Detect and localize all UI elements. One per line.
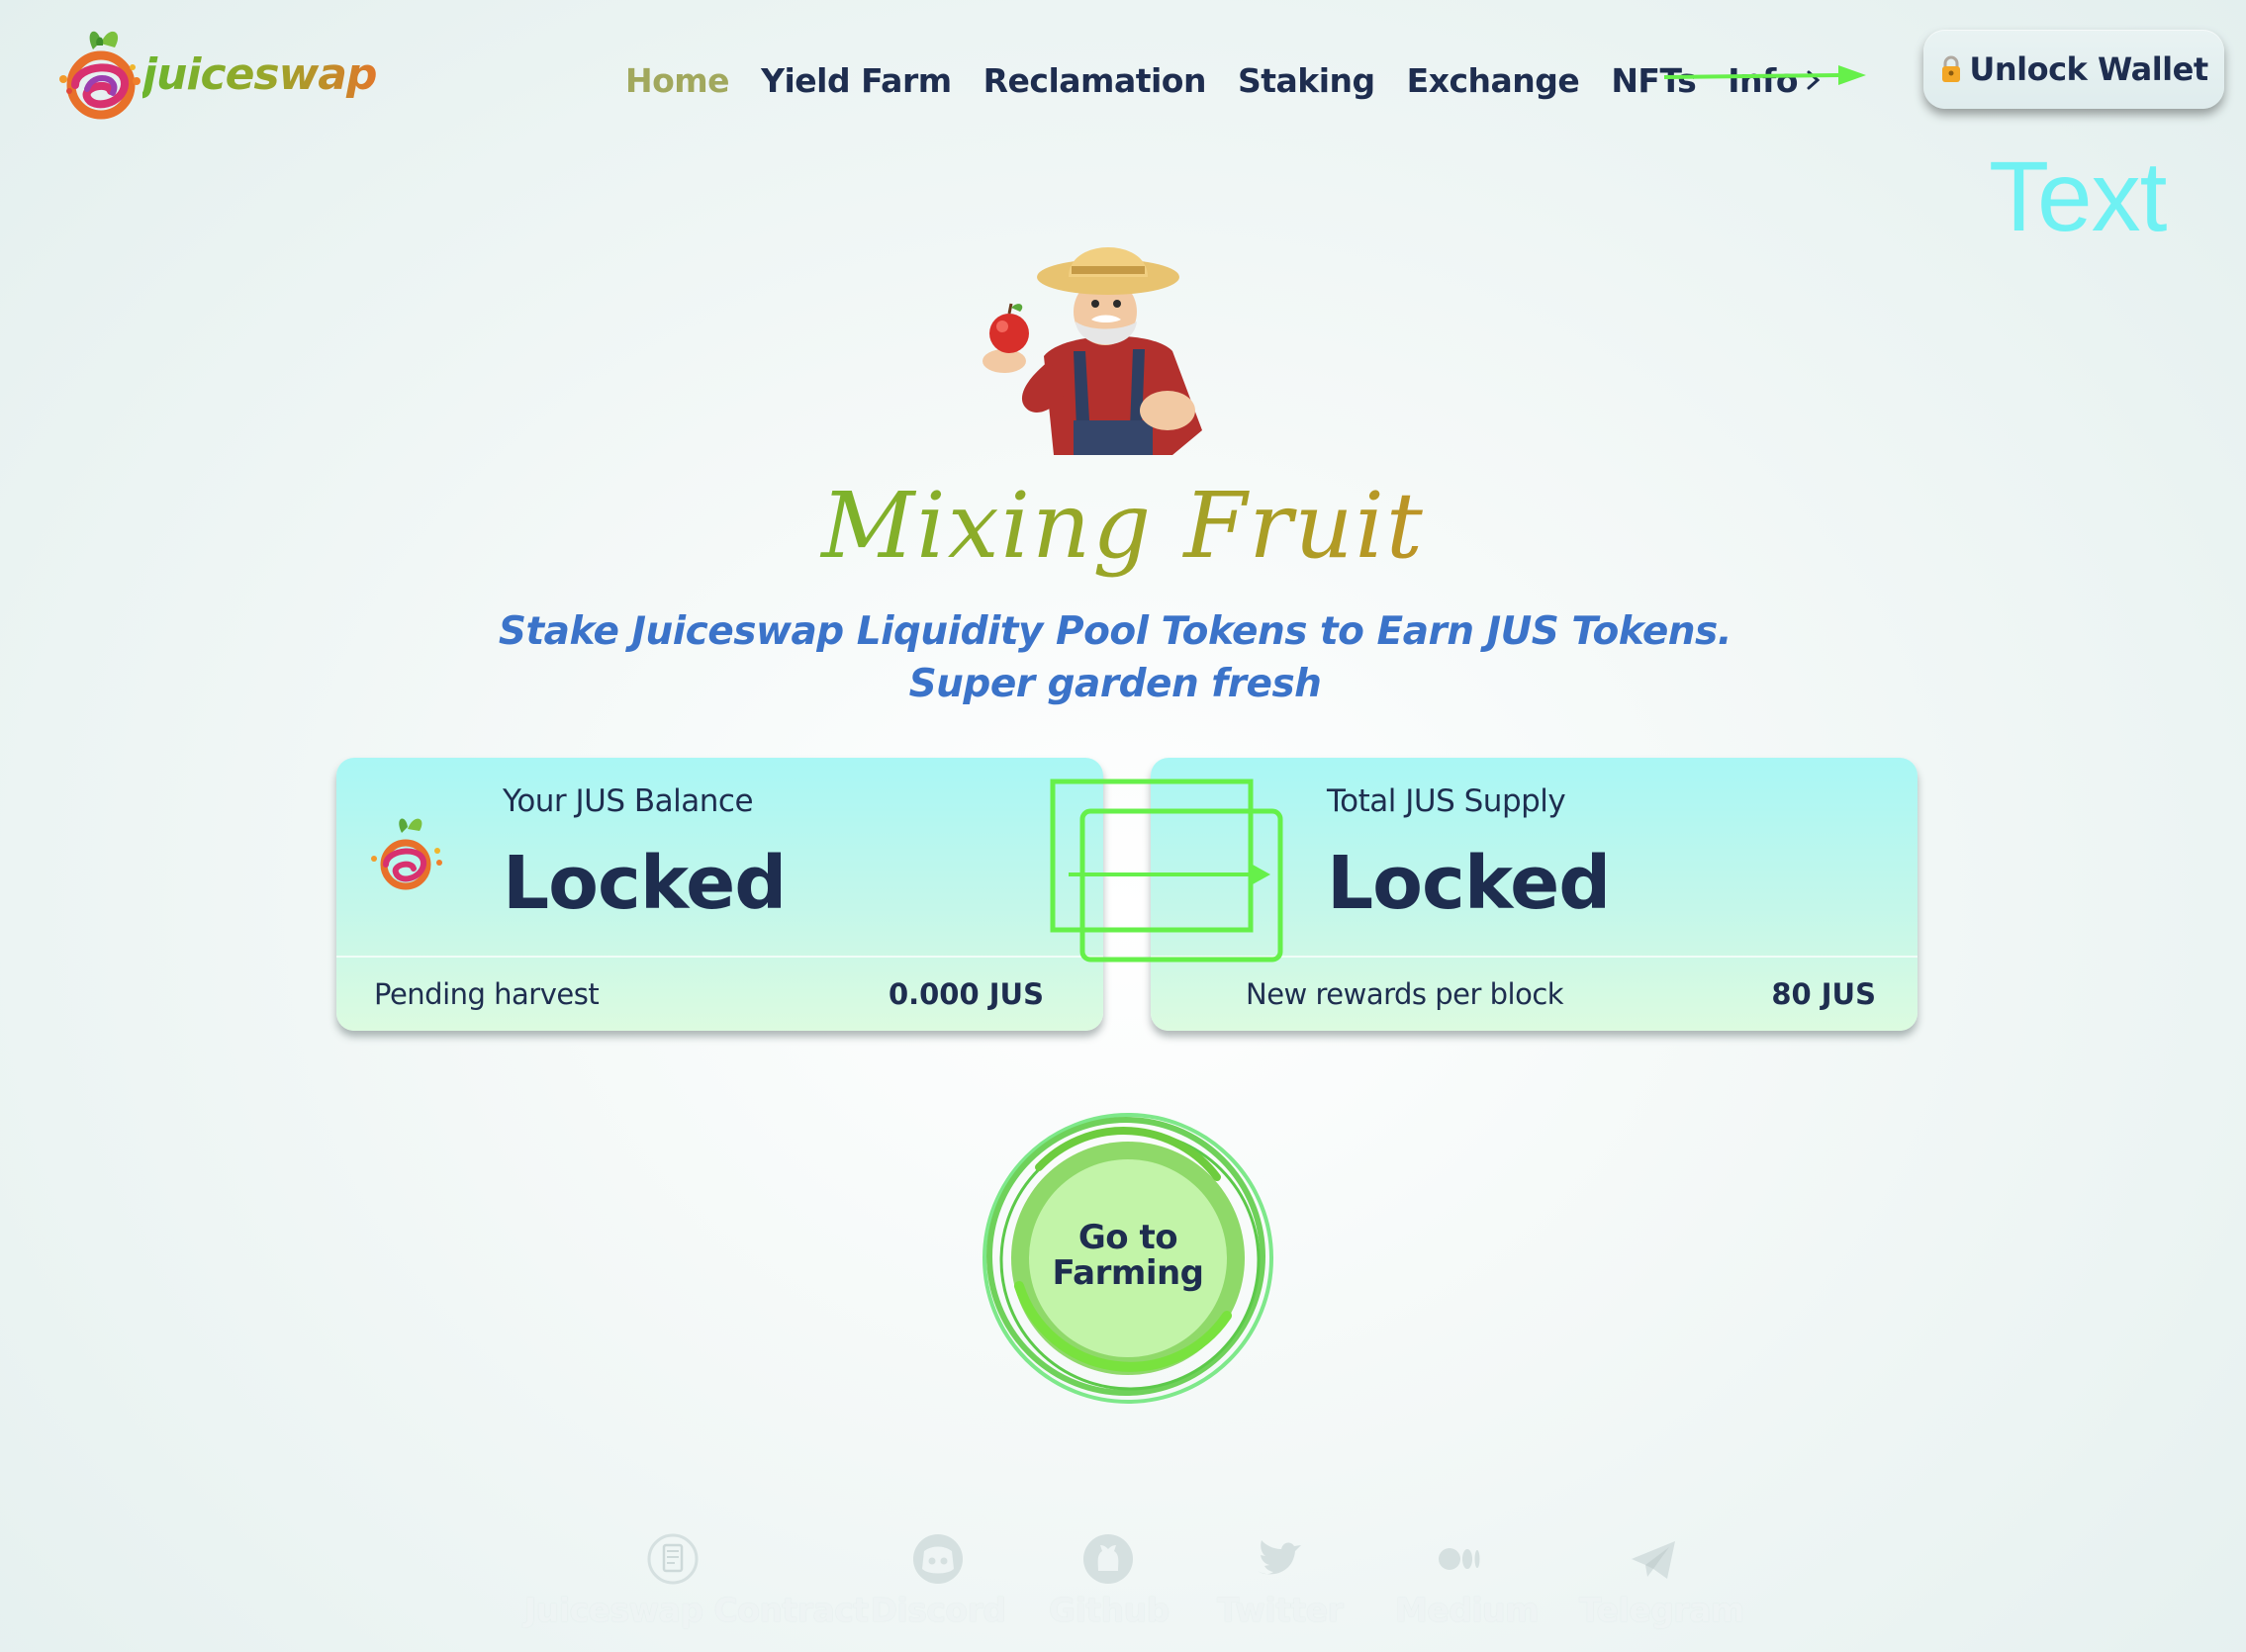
footer-link-discord[interactable]: Discord xyxy=(869,1531,1007,1629)
nav-home[interactable]: Home xyxy=(625,61,730,100)
nav-reclamation[interactable]: Reclamation xyxy=(983,61,1207,100)
pending-harvest-value: 0.000 JUS xyxy=(888,977,1044,1011)
twitter-icon xyxy=(1257,1540,1301,1575)
jus-balance-value: Locked xyxy=(503,841,787,926)
nav-staking[interactable]: Staking xyxy=(1238,61,1375,100)
rewards-per-block-value: 80 JUS xyxy=(1771,977,1876,1011)
juiceswap-token-icon xyxy=(371,818,442,890)
juiceswap-logo-icon xyxy=(59,31,140,120)
pending-harvest-label: Pending harvest xyxy=(374,977,600,1011)
annotation-text: Text xyxy=(1989,141,2167,252)
page-title: Mixing Fruit xyxy=(0,473,2246,579)
annotation-arrow-icon xyxy=(1663,65,1866,85)
unlock-wallet-label: Unlock Wallet xyxy=(1969,50,2208,88)
logo-text: juiceswap xyxy=(142,49,377,100)
juiceswap-logo[interactable]: juiceswap xyxy=(53,20,377,124)
card-divider xyxy=(336,956,1103,958)
nav-exchange[interactable]: Exchange xyxy=(1407,61,1580,100)
footer-link-label: Twitter xyxy=(1217,1591,1344,1629)
footer-link-github[interactable]: Github xyxy=(1049,1531,1170,1629)
discord-icon xyxy=(913,1534,963,1584)
go-to-farming-line-1: Go to xyxy=(1077,1218,1178,1257)
contract-icon xyxy=(647,1533,699,1585)
medium-icon xyxy=(1439,1548,1480,1570)
go-to-farming-button[interactable]: Go to Farming xyxy=(980,1108,1276,1410)
unlock-wallet-button[interactable]: Unlock Wallet xyxy=(1923,30,2224,109)
page-subtitle: Stake Juiceswap Liquidity Pool Tokens to… xyxy=(0,605,2230,710)
footer-link-twitter[interactable]: Twitter xyxy=(1217,1531,1344,1629)
footer-link-label: Discord xyxy=(870,1591,1006,1629)
footer-link-label: Juiceswap Contract xyxy=(524,1591,869,1629)
footer-link-contract[interactable]: Juiceswap Contract xyxy=(524,1531,869,1629)
footer-link-label: Telegram xyxy=(1579,1591,1744,1629)
subtitle-line-1: Stake Juiceswap Liquidity Pool Tokens to… xyxy=(498,609,1732,654)
jus-balance-card: Your JUS Balance Locked Pending harvest … xyxy=(336,758,1103,1031)
farmer-illustration xyxy=(983,247,1202,455)
subtitle-line-2: Super garden fresh xyxy=(908,662,1322,706)
footer-link-label: Github xyxy=(1049,1591,1170,1629)
rewards-per-block-label: New rewards per block xyxy=(1246,977,1564,1011)
jus-balance-label: Your JUS Balance xyxy=(503,783,754,819)
footer-link-medium[interactable]: Medium xyxy=(1395,1531,1540,1629)
lock-icon xyxy=(1942,55,1961,82)
telegram-icon xyxy=(1632,1541,1675,1579)
footer-link-telegram[interactable]: Telegram xyxy=(1579,1531,1744,1629)
jus-supply-label: Total JUS Supply xyxy=(1327,783,1566,819)
go-to-farming-line-2: Farming xyxy=(1052,1253,1204,1293)
nav-yield-farm[interactable]: Yield Farm xyxy=(761,61,952,100)
github-icon xyxy=(1083,1534,1133,1584)
footer-link-label: Medium xyxy=(1395,1591,1540,1629)
annotation-boxes-icon xyxy=(1050,779,1283,963)
jus-supply-value: Locked xyxy=(1327,841,1611,926)
go-to-farming-label: Go to Farming xyxy=(980,1220,1276,1291)
